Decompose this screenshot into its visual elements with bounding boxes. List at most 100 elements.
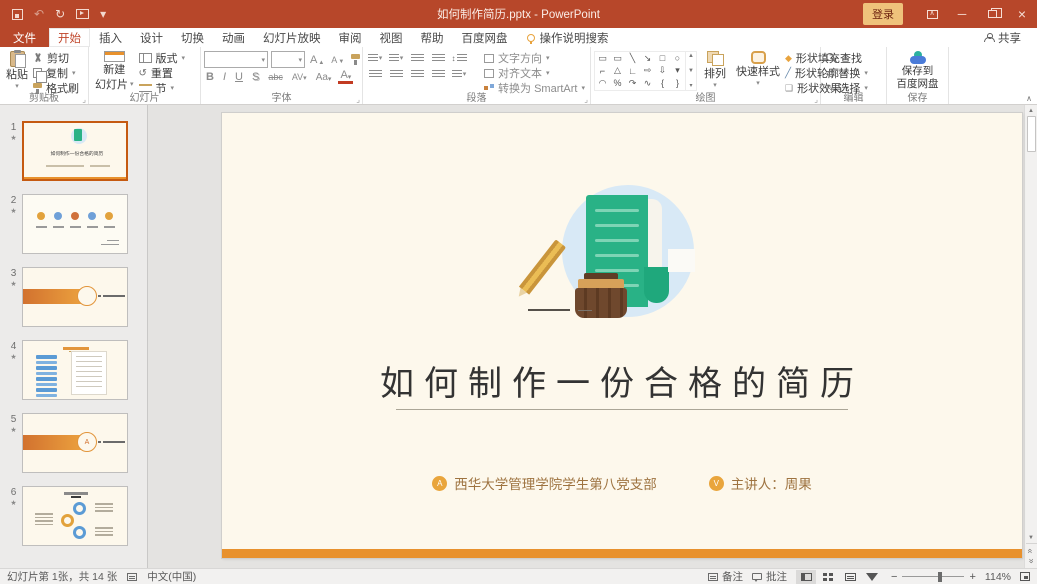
shape-icon[interactable]: } bbox=[670, 77, 685, 90]
shape-icon[interactable]: ⌐ bbox=[595, 65, 610, 78]
reading-view-button[interactable] bbox=[840, 570, 860, 584]
decrease-font-size-button[interactable]: A▼ bbox=[329, 55, 346, 65]
underline-button[interactable]: U bbox=[233, 71, 245, 83]
shape-icon[interactable]: ▭ bbox=[595, 52, 610, 65]
dialog-launcher-icon[interactable]: ⌟ bbox=[584, 95, 588, 104]
minimize-button[interactable]: ─ bbox=[947, 0, 977, 28]
tab-view[interactable]: 视图 bbox=[371, 28, 412, 47]
collapse-ribbon-button[interactable]: ∧ bbox=[1026, 94, 1032, 103]
zoom-slider[interactable] bbox=[902, 576, 964, 578]
tellme-search[interactable]: 操作说明搜索 bbox=[517, 28, 619, 47]
shapes-gallery[interactable]: ▭ ▭ ╲ ↘ □ ○ ⌐ △ ∟ ⇨ ⇩ ▾ ◠ % ↷ bbox=[594, 51, 697, 91]
redo-icon[interactable]: ↻ bbox=[55, 7, 65, 21]
tab-home[interactable]: 开始 bbox=[49, 28, 90, 47]
slide-title[interactable]: 如何制作一份合格的简历 bbox=[222, 356, 1022, 405]
shape-icon[interactable]: ∿ bbox=[640, 77, 655, 90]
language-indicator[interactable]: 中文(中国) bbox=[147, 569, 196, 584]
quick-styles-button[interactable]: 快速样式 ▾ bbox=[733, 49, 783, 91]
tab-slideshow[interactable]: 幻灯片放映 bbox=[254, 28, 330, 47]
tab-file[interactable]: 文件 bbox=[0, 28, 49, 47]
shape-icon[interactable]: ⇩ bbox=[655, 65, 670, 78]
cut-button[interactable]: 剪切 bbox=[31, 51, 81, 65]
font-color-button[interactable]: A▾ bbox=[338, 70, 353, 84]
slide-subtitle-row[interactable]: A 西华大学管理学院学生第八党支部 V 主讲人：周果 bbox=[222, 473, 1022, 493]
justify-button[interactable] bbox=[429, 67, 447, 81]
ribbon-display-options-button[interactable] bbox=[917, 0, 947, 28]
previous-slide-button[interactable]: « bbox=[1026, 548, 1036, 553]
slide-sorter-view-button[interactable] bbox=[818, 570, 838, 584]
columns-button[interactable]: ▾ bbox=[450, 67, 468, 81]
tab-design[interactable]: 设计 bbox=[131, 28, 172, 47]
resume-illustration[interactable] bbox=[522, 179, 712, 327]
fit-slide-to-window-button[interactable] bbox=[1020, 572, 1030, 581]
line-spacing-button[interactable]: ↕ bbox=[450, 51, 468, 65]
tab-animations[interactable]: 动画 bbox=[213, 28, 254, 47]
next-slide-button[interactable]: « bbox=[1026, 558, 1036, 563]
copy-button[interactable]: 复制▾ bbox=[31, 66, 81, 80]
reset-button[interactable]: ↺重置 bbox=[137, 66, 188, 80]
shape-icon[interactable]: ↷ bbox=[625, 77, 640, 90]
layout-button[interactable]: 版式▾ bbox=[137, 51, 188, 65]
scroll-up-icon[interactable]: ▲ bbox=[1028, 108, 1034, 114]
shape-icon[interactable]: △ bbox=[610, 65, 625, 78]
text-direction-button[interactable]: 文字方向▾ bbox=[482, 51, 587, 65]
shapes-gallery-scrollbar[interactable]: ▲ ▼ ▾ bbox=[685, 52, 696, 90]
slide-thumbnail-6[interactable] bbox=[22, 486, 128, 546]
start-slideshow-icon[interactable] bbox=[76, 9, 89, 19]
italic-button[interactable]: I bbox=[221, 71, 228, 83]
slide-thumbnail-1[interactable]: 如何制作一份合格的简历 bbox=[22, 121, 128, 181]
replace-button[interactable]: ⇄替换▾ bbox=[824, 66, 870, 80]
strikethrough-button[interactable]: abc bbox=[266, 72, 285, 82]
dialog-launcher-icon[interactable]: ⌟ bbox=[356, 95, 360, 104]
align-center-button[interactable] bbox=[387, 67, 405, 81]
slide-thumbnail-4[interactable] bbox=[22, 340, 128, 400]
increase-indent-button[interactable] bbox=[429, 51, 447, 65]
new-slide-button[interactable]: 新建 幻灯片▾ bbox=[92, 49, 137, 91]
zoom-out-button[interactable]: − bbox=[891, 571, 897, 583]
slideshow-view-button[interactable] bbox=[862, 570, 882, 584]
shape-icon[interactable]: ╲ bbox=[625, 52, 640, 65]
slide-thumbnail-2[interactable] bbox=[22, 194, 128, 254]
tab-help[interactable]: 帮助 bbox=[412, 28, 453, 47]
shape-icon[interactable]: % bbox=[610, 77, 625, 90]
share-button[interactable]: 共享 bbox=[984, 28, 1037, 47]
normal-view-button[interactable] bbox=[796, 570, 816, 584]
shape-icon[interactable]: { bbox=[655, 77, 670, 90]
tab-review[interactable]: 审阅 bbox=[330, 28, 371, 47]
save-icon[interactable] bbox=[12, 9, 23, 20]
restore-button[interactable] bbox=[977, 0, 1007, 28]
shape-icon[interactable]: □ bbox=[655, 52, 670, 65]
slide-thumbnail-3[interactable] bbox=[22, 267, 128, 327]
shape-icon[interactable]: ▭ bbox=[610, 52, 625, 65]
find-button[interactable]: 查找 bbox=[824, 51, 870, 65]
change-case-button[interactable]: Aa▾ bbox=[314, 72, 334, 83]
align-text-button[interactable]: 对齐文本▾ bbox=[482, 66, 587, 80]
notes-button[interactable]: 备注 bbox=[708, 569, 743, 584]
accessibility-icon[interactable] bbox=[127, 573, 137, 581]
character-spacing-button[interactable]: AV▾ bbox=[290, 72, 309, 82]
slide-thumbnail-5[interactable]: A bbox=[22, 413, 128, 473]
bullets-button[interactable]: ▾ bbox=[366, 51, 384, 65]
customize-qat-icon[interactable]: ▾ bbox=[100, 7, 106, 21]
arrange-button[interactable]: 排列 ▾ bbox=[697, 49, 733, 91]
font-name-combobox[interactable]: ▾ bbox=[204, 51, 268, 68]
close-button[interactable]: × bbox=[1007, 0, 1037, 28]
scroll-down-icon[interactable]: ▼ bbox=[688, 68, 694, 74]
dialog-launcher-icon[interactable]: ⌟ bbox=[82, 95, 86, 104]
login-button[interactable]: 登录 bbox=[863, 3, 903, 25]
shape-icon[interactable]: ▾ bbox=[670, 65, 685, 78]
numbering-button[interactable]: ▾ bbox=[387, 51, 405, 65]
scroll-up-icon[interactable]: ▲ bbox=[688, 53, 694, 59]
paste-button[interactable]: 粘贴 ▾ bbox=[3, 49, 31, 91]
scroll-down-icon[interactable]: ▼ bbox=[1028, 535, 1034, 541]
scrollbar-thumb[interactable] bbox=[1027, 116, 1036, 152]
tab-insert[interactable]: 插入 bbox=[90, 28, 131, 47]
undo-icon[interactable]: ↶ bbox=[34, 7, 44, 21]
gallery-more-icon[interactable]: ▾ bbox=[689, 82, 692, 89]
zoom-slider-thumb[interactable] bbox=[938, 572, 942, 582]
vertical-scrollbar[interactable]: ▲ ▼ « « bbox=[1024, 105, 1037, 568]
increase-font-size-button[interactable]: A▲ bbox=[308, 54, 326, 66]
bold-button[interactable]: B bbox=[204, 71, 216, 83]
align-right-button[interactable] bbox=[408, 67, 426, 81]
shape-icon[interactable]: ∟ bbox=[625, 65, 640, 78]
